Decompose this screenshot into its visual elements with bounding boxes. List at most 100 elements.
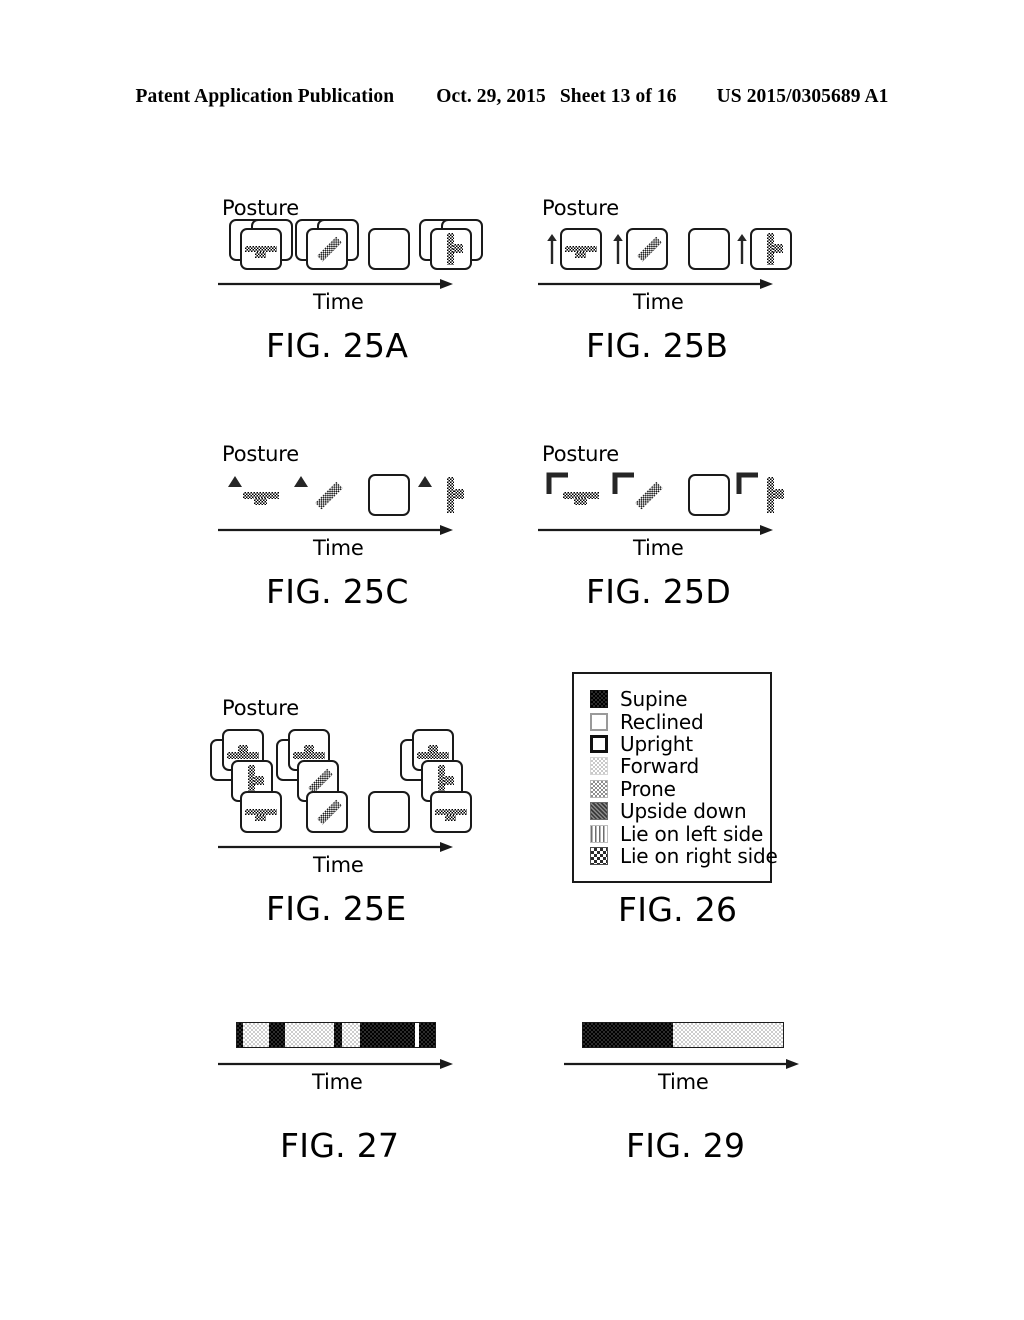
posture-icon	[242, 793, 280, 831]
glyph-part	[417, 751, 449, 759]
fig-25b-time-label: Time	[633, 290, 684, 314]
legend-swatch-leftside-icon	[590, 824, 608, 843]
legend-row: Lie on right side	[590, 845, 778, 867]
legend-swatch-prone-icon	[590, 779, 608, 798]
legend-swatch-rightside-icon	[590, 846, 608, 865]
up-arrow-icon	[736, 234, 748, 268]
fig-25e-caption: FIG. 25E	[266, 889, 407, 928]
fig-25c-posture-label: Posture	[222, 442, 299, 466]
glyph-part	[453, 243, 464, 253]
fig-27-caption: FIG. 27	[280, 1126, 400, 1165]
fig-25a-posture-label: Posture	[222, 196, 299, 220]
posture-card-empty	[688, 228, 730, 270]
fig-25a-time-label: Time	[313, 290, 364, 314]
fig-25c-time-label: Time	[313, 536, 364, 560]
time-axis-arrow	[538, 524, 773, 536]
legend-row: Lie on left side	[590, 822, 763, 844]
legend-row: Prone	[590, 778, 754, 800]
legend-row: Reclined	[590, 710, 754, 732]
timeline-segment-dark	[268, 1023, 285, 1047]
legend-swatch-upsidedown-icon	[590, 802, 608, 821]
posture-card-empty	[368, 791, 410, 833]
posture-glyph-standing	[430, 474, 472, 516]
posture-card	[430, 228, 472, 270]
up-arrow-icon	[546, 234, 558, 268]
posture-card	[750, 228, 792, 270]
posture-icon	[560, 474, 602, 516]
timeline-segment-light	[242, 1023, 269, 1047]
legend-row: Upside down	[590, 800, 754, 822]
posture-glyph-diagonal	[628, 230, 666, 268]
glyph-part	[254, 497, 267, 506]
posture-icon	[432, 793, 470, 831]
glyph-part	[303, 745, 314, 753]
fig-29-timeline-bar	[582, 1022, 784, 1048]
legend-row: Upright	[590, 733, 754, 755]
time-axis-arrow	[218, 841, 453, 853]
fig-25c: Posture Time FIG. 25C	[218, 442, 518, 652]
glyph-part	[444, 775, 455, 785]
glyph-part	[254, 251, 267, 259]
posture-icon	[308, 793, 346, 831]
posture-icon	[308, 230, 346, 268]
posture-card-empty	[368, 228, 410, 270]
publication-date: Oct. 29, 2015	[436, 86, 546, 107]
posture-icon	[240, 474, 282, 516]
timeline-segment-light	[673, 1023, 783, 1047]
time-axis-arrow	[564, 1058, 799, 1070]
posture-card	[240, 228, 282, 270]
legend-swatch-forward-icon	[590, 757, 608, 776]
fig-25e: Posture Time FIG. 25E	[210, 696, 518, 928]
glyph-part	[574, 251, 587, 259]
fig-25e-time-label: Time	[313, 853, 364, 877]
glyph-part	[773, 489, 785, 500]
fig-25a-caption: FIG. 25A	[266, 326, 409, 365]
timeline-segment-dark	[583, 1023, 673, 1047]
glyph-part	[574, 497, 587, 506]
posture-icon	[562, 230, 600, 268]
timeline-segment-light	[284, 1023, 334, 1047]
legend-label: Reclined	[620, 709, 704, 734]
posture-glyph-supine	[242, 793, 280, 831]
fig-25b: Posture Time FIG. 25B	[538, 196, 838, 406]
glyph-part	[227, 751, 259, 759]
glyph-part	[444, 814, 457, 822]
posture-card	[306, 228, 348, 270]
timeline-segment-light	[341, 1023, 360, 1047]
glyph-part	[254, 814, 267, 822]
posture-icon	[626, 474, 668, 516]
legend-swatch-upright-icon	[590, 734, 608, 753]
fig-29-caption: FIG. 29	[626, 1126, 746, 1165]
posture-glyph-standing	[432, 230, 470, 268]
posture-glyph-supine	[432, 793, 470, 831]
up-arrow-icon	[612, 234, 624, 268]
posture-card	[240, 791, 282, 833]
posture-card-empty	[688, 474, 730, 516]
posture-icon	[430, 474, 472, 516]
posture-icon	[306, 474, 348, 516]
legend-swatch-reclined-icon	[590, 712, 608, 731]
timeline-segment-dark	[334, 1023, 342, 1047]
glyph-part	[773, 243, 784, 253]
glyph-part	[636, 236, 662, 262]
posture-icon	[242, 230, 280, 268]
posture-card	[430, 791, 472, 833]
posture-glyph-diagonal	[626, 474, 668, 516]
glyph-part	[635, 481, 664, 510]
fig-25d: Posture Time FIG. 25D	[538, 442, 838, 652]
posture-card	[560, 228, 602, 270]
fig-27-time-label: Time	[312, 1070, 363, 1094]
sheet-number: Sheet 13 of 16	[559, 86, 677, 107]
posture-card-empty	[368, 474, 410, 516]
glyph-part	[427, 745, 438, 753]
posture-icon	[752, 230, 790, 268]
fig-25e-posture-label: Posture	[222, 696, 299, 720]
posture-icon	[628, 230, 666, 268]
time-axis-arrow	[218, 524, 453, 536]
time-axis-arrow	[538, 278, 773, 290]
posture-icon	[750, 474, 792, 516]
legend-swatch-supine-icon	[590, 690, 608, 709]
time-axis-arrow	[218, 278, 453, 290]
legend-label: Upside down	[620, 799, 747, 824]
glyph-part	[237, 745, 248, 753]
